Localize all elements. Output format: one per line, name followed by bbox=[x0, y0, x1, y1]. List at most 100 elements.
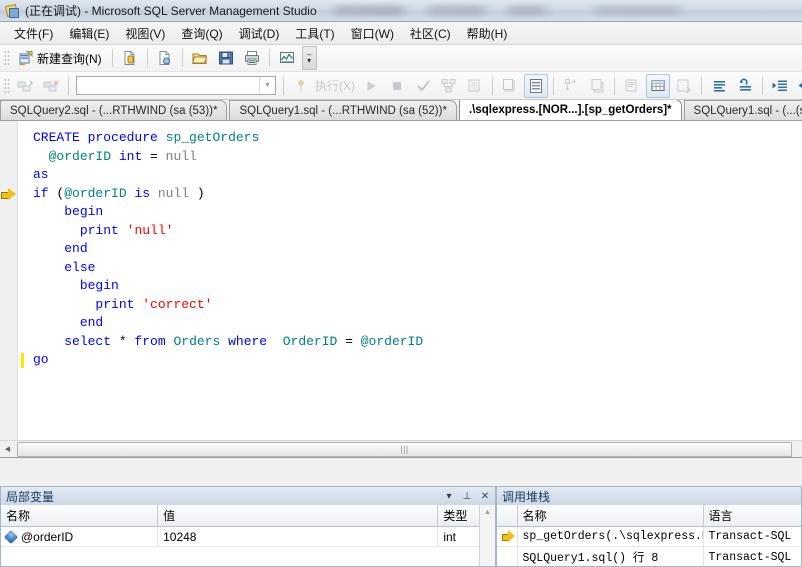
code-line[interactable]: select * from Orders where OrderID = @or… bbox=[33, 333, 802, 352]
code-line[interactable]: if (@orderID is null ) bbox=[33, 185, 802, 204]
increase-indent-icon bbox=[772, 80, 787, 91]
query-options-button[interactable] bbox=[463, 74, 487, 98]
decrease-indent-button[interactable] bbox=[794, 74, 802, 98]
menu-item-file[interactable]: 文件(F) bbox=[6, 22, 61, 45]
table-row[interactable]: sp_getOrders(.\sqlexpress.NORTHWIND) Tra… bbox=[497, 526, 801, 547]
window-position-dropdown-icon[interactable]: ▾ bbox=[441, 489, 457, 504]
menu-item-community[interactable]: 社区(C) bbox=[402, 22, 459, 45]
results-to-grid-button[interactable] bbox=[646, 73, 670, 98]
tab-sqlquery2[interactable]: SQLQuery2.sql - (...RTHWIND (sa (53))* bbox=[0, 100, 228, 120]
auto-hide-pin-icon[interactable]: ⊥ bbox=[459, 489, 475, 504]
locals-grid[interactable]: 名称 值 类型 @orderID 10248 int ▲ bbox=[0, 505, 496, 567]
print-button[interactable] bbox=[240, 46, 264, 70]
menu-item-window[interactable]: 窗口(W) bbox=[343, 22, 402, 45]
menu-item-tools[interactable]: 工具(T) bbox=[287, 22, 342, 45]
locals-col-value[interactable]: 值 bbox=[157, 505, 439, 527]
include-actual-plan-button[interactable] bbox=[498, 74, 522, 98]
code-line[interactable]: go bbox=[33, 351, 802, 370]
include-actual-plan-icon bbox=[503, 78, 515, 91]
code-line[interactable]: CREATE procedure sp_getOrders bbox=[33, 129, 802, 148]
save-button[interactable] bbox=[214, 46, 238, 70]
code-line[interactable]: else bbox=[33, 259, 802, 278]
uncomment-lines-button[interactable] bbox=[733, 74, 757, 98]
query-options-icon bbox=[591, 79, 603, 93]
new-query-with-connection-button[interactable] bbox=[118, 46, 142, 70]
locals-cell-name[interactable]: @orderID bbox=[1, 526, 159, 547]
activity-monitor-button[interactable] bbox=[275, 46, 299, 70]
database-selector[interactable]: ▼ bbox=[76, 76, 276, 95]
code-line[interactable]: end bbox=[33, 240, 802, 259]
call-stack-col-language[interactable]: 语言 bbox=[703, 505, 801, 527]
code-token: as bbox=[33, 167, 49, 182]
locals-table: 名称 值 类型 @orderID 10248 int bbox=[1, 505, 495, 547]
changed-line-marker bbox=[21, 353, 24, 368]
increase-indent-button[interactable] bbox=[768, 74, 792, 98]
hscroll-thumb[interactable]: ||| bbox=[17, 441, 792, 457]
include-client-statistics-button[interactable] bbox=[524, 73, 548, 98]
code-line[interactable]: begin bbox=[33, 277, 802, 296]
call-stack-grid[interactable]: 名称 语言 sp_getOrders(.\sqlexpress.NORTHWIN… bbox=[496, 505, 802, 567]
code-line[interactable]: begin bbox=[33, 203, 802, 222]
table-row[interactable]: SQLQuery1.sql() 行 8 Transact-SQL bbox=[497, 546, 801, 566]
disconnect-button[interactable] bbox=[39, 74, 63, 98]
print-icon bbox=[244, 51, 259, 65]
locals-col-name[interactable]: 名称 bbox=[1, 505, 159, 527]
code-line[interactable]: @orderID int = null bbox=[33, 148, 802, 167]
hscroll-track[interactable]: ||| bbox=[15, 441, 802, 457]
parse-button[interactable] bbox=[411, 74, 435, 98]
variable-icon bbox=[3, 529, 19, 544]
new-query-button[interactable]: 新建查询(N) bbox=[13, 46, 107, 70]
code-line[interactable]: end bbox=[33, 314, 802, 333]
cancel-execute-button[interactable] bbox=[385, 74, 409, 98]
copy-results-button[interactable] bbox=[585, 74, 609, 98]
display-estimated-plan-button[interactable] bbox=[437, 74, 461, 98]
toolbar-grip[interactable] bbox=[3, 49, 10, 67]
standard-toolbar-overflow-button[interactable]: ‒ ▾ bbox=[301, 46, 317, 70]
locals-cell-value[interactable]: 10248 bbox=[157, 526, 439, 547]
window-title: (正在调试) - Microsoft SQL Server Management… bbox=[25, 4, 317, 18]
new-query-label: 新建查询(N) bbox=[37, 51, 102, 66]
code-token: ) bbox=[189, 185, 205, 201]
menu-item-help[interactable]: 帮助(H) bbox=[459, 22, 516, 45]
menu-item-debug[interactable]: 调试(D) bbox=[231, 22, 288, 45]
execute-button[interactable] bbox=[359, 74, 383, 98]
new-analysis-query-button[interactable] bbox=[153, 46, 177, 70]
menu-item-view[interactable]: 视图(V) bbox=[117, 22, 173, 45]
menu-item-edit[interactable]: 编辑(E) bbox=[61, 22, 117, 45]
call-stack-col-name[interactable]: 名称 bbox=[517, 505, 704, 527]
locals-vertical-scrollbar[interactable]: ▲ bbox=[479, 505, 495, 566]
scroll-left-arrow-icon[interactable]: ◀ bbox=[0, 442, 15, 457]
editor-code-text[interactable]: CREATE procedure sp_getOrders @orderID i… bbox=[33, 129, 802, 457]
toolbar-separator bbox=[762, 76, 763, 95]
table-row[interactable]: @orderID 10248 int bbox=[1, 526, 495, 547]
code-line[interactable]: as bbox=[33, 166, 802, 185]
stop-icon bbox=[393, 81, 401, 90]
menu-item-query[interactable]: 查询(Q) bbox=[173, 22, 230, 45]
editor-breakpoint-gutter[interactable] bbox=[0, 121, 18, 457]
code-editor[interactable]: CREATE procedure sp_getOrders @orderID i… bbox=[0, 121, 802, 458]
open-file-button[interactable] bbox=[188, 46, 212, 70]
execute-play-icon bbox=[367, 80, 376, 91]
connect-button[interactable] bbox=[13, 74, 37, 98]
results-to-file-button[interactable] bbox=[672, 74, 696, 98]
call-stack-frame-name[interactable]: sp_getOrders(.\sqlexpress.NORTHWIND) bbox=[517, 526, 704, 547]
code-line[interactable]: print 'null' bbox=[33, 222, 802, 241]
results-to-text-button[interactable] bbox=[620, 74, 644, 98]
scroll-up-arrow-icon[interactable]: ▲ bbox=[480, 505, 495, 520]
toolbar-grip[interactable] bbox=[3, 76, 10, 95]
tab-sqlquery1-52[interactable]: SQLQuery1.sql - (...RTHWIND (sa (52))* bbox=[229, 100, 457, 120]
code-line[interactable]: print 'correct' bbox=[33, 296, 802, 315]
tab-sp-getorders[interactable]: .\sqlexpress.[NOR...].[sp_getOrders]* bbox=[458, 100, 682, 120]
move-up-button[interactable] bbox=[559, 74, 583, 98]
call-stack-frame-name[interactable]: SQLQuery1.sql() 行 8 bbox=[517, 546, 704, 566]
editor-horizontal-scrollbar[interactable]: ◀ ||| bbox=[0, 440, 802, 457]
debug-button[interactable] bbox=[289, 74, 313, 98]
comment-lines-button[interactable] bbox=[707, 74, 731, 98]
parse-check-icon bbox=[416, 80, 430, 92]
tab-sqlquery1-overflow[interactable]: SQLQuery1.sql - (...(sa (5 bbox=[683, 100, 802, 120]
close-panel-icon[interactable]: ✕ bbox=[477, 489, 493, 504]
